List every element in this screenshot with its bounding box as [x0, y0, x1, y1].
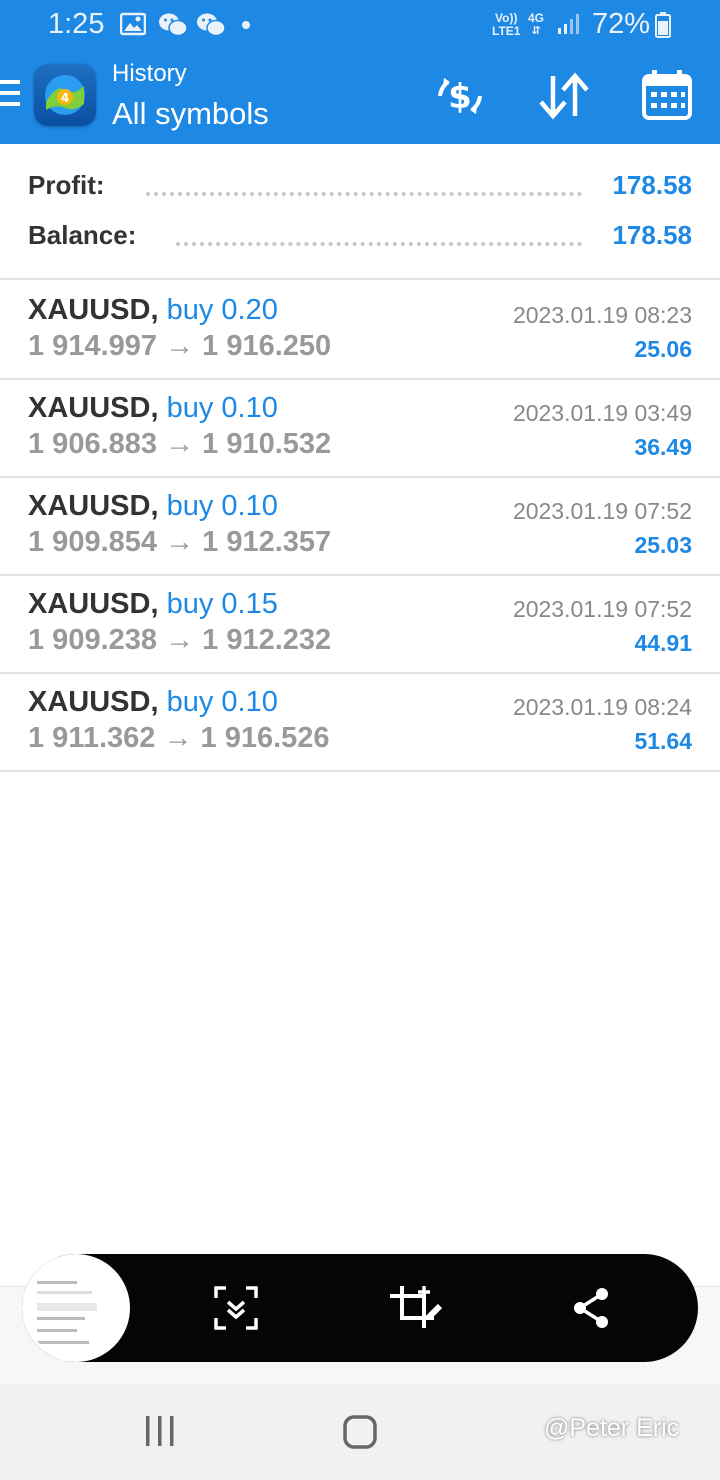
- deal-side: buy 0.10: [166, 490, 278, 522]
- deal-prices: 1 914.997 → 1 916.250: [28, 330, 332, 362]
- wechat-icon: [196, 12, 226, 43]
- dotted-leader: [146, 192, 582, 196]
- profit-value: 178.58: [612, 170, 692, 200]
- screenshot-toolbar: [22, 1254, 698, 1362]
- deal-time: 2023.01.19 08:23: [512, 302, 692, 328]
- deal-profit: 36.49: [634, 434, 692, 460]
- battery-icon: [655, 12, 671, 43]
- deal-title: XAUUSD, buy 0.15: [28, 588, 278, 621]
- balance-value: 178.58: [612, 220, 692, 250]
- deal-prices: 1 909.238 → 1 912.232: [28, 624, 332, 656]
- status-time: 1:25: [48, 8, 105, 40]
- deal-title: XAUUSD, buy 0.10: [28, 392, 278, 425]
- gallery-icon: [119, 12, 147, 41]
- account-summary: Profit: 178.58 Balance: 178.58: [0, 144, 720, 280]
- wechat-icon: [158, 12, 188, 43]
- deal-time: 2023.01.19 08:24: [512, 694, 692, 720]
- deal-prices: 1 911.362 → 1 916.526: [28, 722, 330, 754]
- profit-label: Profit:: [28, 170, 113, 201]
- deal-profit: 51.64: [634, 728, 692, 754]
- deal-time: 2023.01.19 07:52: [512, 596, 692, 622]
- currency-exchange-icon[interactable]: $: [430, 66, 490, 126]
- deal-profit: 44.91: [634, 630, 692, 656]
- deal-time: 2023.01.19 03:49: [512, 400, 692, 426]
- top-bar: 1:25 Vo)) LTE1 4G ⇵ 72% 4 History All sy…: [0, 0, 720, 144]
- signal-icon: [556, 12, 582, 41]
- deal-profit: 25.06: [634, 336, 692, 362]
- battery-percent: 72%: [592, 8, 651, 40]
- deal-symbol: XAUUSD,: [28, 294, 159, 326]
- data-type-indicator: 4G ⇵: [528, 11, 545, 38]
- balance-label: Balance:: [28, 220, 145, 251]
- svg-text:4: 4: [61, 91, 69, 105]
- watermark: @Peter Eric: [544, 1414, 680, 1442]
- deal-title: XAUUSD, buy 0.10: [28, 490, 278, 523]
- crop-edit-icon[interactable]: [388, 1284, 444, 1332]
- navigation-bar: @Peter Eric: [0, 1384, 720, 1480]
- deal-row[interactable]: XAUUSD, buy 0.15 1 909.238 → 1 912.232 2…: [0, 574, 720, 674]
- balance-row: Balance: 178.58: [28, 220, 692, 260]
- deal-row[interactable]: XAUUSD, buy 0.10 1 911.362 → 1 916.526 2…: [0, 672, 720, 772]
- sort-icon[interactable]: [534, 66, 594, 126]
- share-icon[interactable]: [568, 1284, 616, 1332]
- deal-symbol: XAUUSD,: [28, 588, 159, 620]
- menu-icon[interactable]: [0, 80, 20, 112]
- deal-time: 2023.01.19 07:52: [512, 498, 692, 524]
- scroll-capture-icon[interactable]: [212, 1284, 260, 1332]
- deal-title: XAUUSD, buy 0.20: [28, 294, 278, 327]
- volte-indicator: Vo)) LTE1: [492, 11, 521, 38]
- screenshot-thumbnail[interactable]: [22, 1254, 130, 1362]
- calendar-icon[interactable]: [638, 66, 698, 126]
- deal-prices: 1 906.883 → 1 910.532: [28, 428, 332, 460]
- symbol-filter[interactable]: All symbols: [112, 96, 269, 132]
- deal-profit: 25.03: [634, 532, 692, 558]
- dotted-leader: [176, 242, 582, 246]
- deal-side: buy 0.10: [166, 686, 278, 718]
- home-icon[interactable]: [342, 1414, 378, 1455]
- deal-side: buy 0.20: [166, 294, 278, 326]
- profit-row: Profit: 178.58: [28, 170, 692, 210]
- deal-prices: 1 909.854 → 1 912.357: [28, 526, 332, 558]
- deal-row[interactable]: XAUUSD, buy 0.10 1 909.854 → 1 912.357 2…: [0, 476, 720, 576]
- deal-row[interactable]: XAUUSD, buy 0.10 1 906.883 → 1 910.532 2…: [0, 378, 720, 478]
- status-bar: 1:25 Vo)) LTE1 4G ⇵ 72%: [0, 0, 720, 52]
- deal-title: XAUUSD, buy 0.10: [28, 686, 278, 719]
- svg-text:$: $: [448, 77, 472, 117]
- deal-side: buy 0.15: [166, 588, 278, 620]
- app-bar: 4 History All symbols $: [0, 52, 720, 144]
- recents-icon[interactable]: [144, 1414, 176, 1453]
- screen-title: History: [112, 60, 187, 87]
- deal-row[interactable]: XAUUSD, buy 0.20 1 914.997 → 1 916.250 2…: [0, 280, 720, 380]
- deal-side: buy 0.10: [166, 392, 278, 424]
- deal-symbol: XAUUSD,: [28, 392, 159, 424]
- app-logo[interactable]: 4: [34, 64, 96, 126]
- deal-symbol: XAUUSD,: [28, 490, 159, 522]
- deal-symbol: XAUUSD,: [28, 686, 159, 718]
- notification-dot-icon: [242, 21, 250, 29]
